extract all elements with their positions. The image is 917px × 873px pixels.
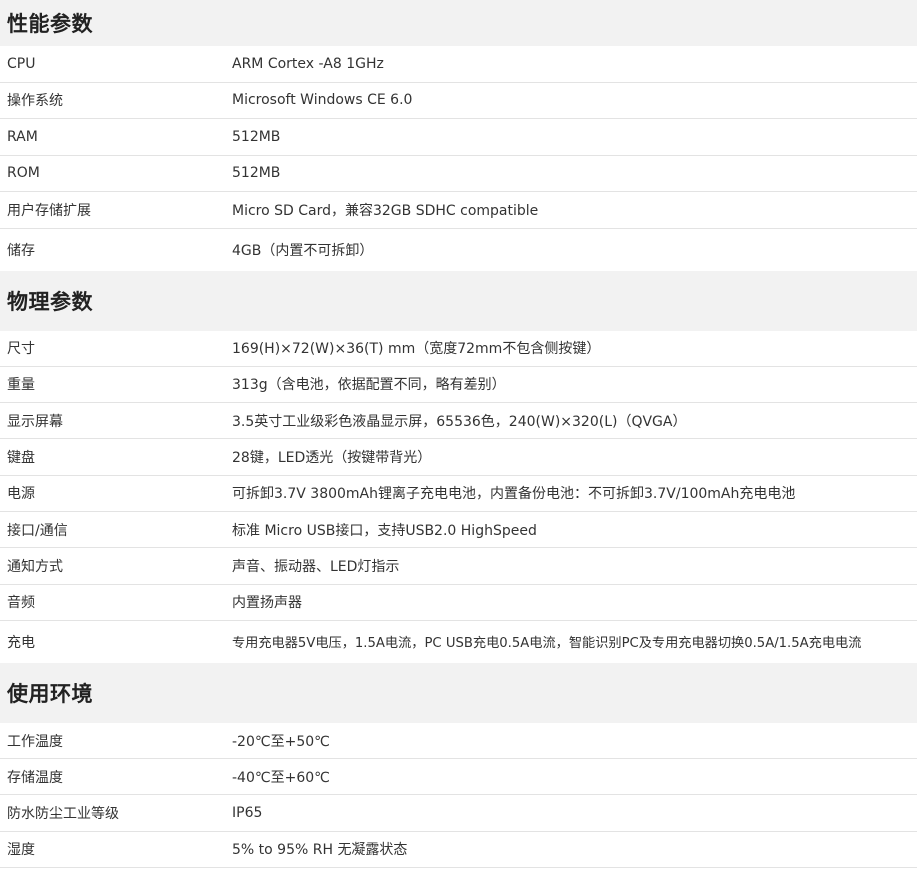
spec-row: 显示屏幕 3.5英寸工业级彩色液晶显示屏，65536色，240(W)×320(L… xyxy=(0,403,917,440)
spec-row: 工作温度 -20℃至+50℃ xyxy=(0,723,917,760)
spec-key: 存储温度 xyxy=(7,769,63,786)
spec-row: ROM 512MB xyxy=(0,156,917,192)
spec-value: -40℃至+60℃ xyxy=(232,769,330,786)
spec-key: 防水防尘工业等级 xyxy=(7,806,119,823)
spec-row: 电源 可拆卸3.7V 3800mAh锂离子充电电池，内置备份电池：不可拆卸3.7… xyxy=(0,476,917,512)
section-title: 物理参数 xyxy=(7,289,93,314)
spec-value: 313g（含电池，依据配置不同，略有差别） xyxy=(232,377,506,394)
spec-row: 湿度 5% to 95% RH 无凝露状态 xyxy=(0,832,917,869)
spec-key: 尺寸 xyxy=(7,341,35,358)
spec-value: 内置扬声器 xyxy=(232,595,302,612)
spec-row: 存储温度 -40℃至+60℃ xyxy=(0,759,917,796)
spec-value: 3.5英寸工业级彩色液晶显示屏，65536色，240(W)×320(L)（QVG… xyxy=(232,413,687,430)
spec-key: 湿度 xyxy=(7,842,35,859)
spec-row: 重量 313g（含电池，依据配置不同，略有差别） xyxy=(0,367,917,404)
section-heading: 物理参数 xyxy=(0,270,917,331)
spec-row: 防水防尘工业等级 IP65 xyxy=(0,795,917,832)
spec-key: 接口/通信 xyxy=(7,522,68,539)
spec-value: -20℃至+50℃ xyxy=(232,733,330,750)
spec-value: 可拆卸3.7V 3800mAh锂离子充电电池，内置备份电池：不可拆卸3.7V/1… xyxy=(232,486,796,503)
spec-row: 键盘 28键，LED透光（按键带背光） xyxy=(0,439,917,476)
spec-key: 工作温度 xyxy=(7,733,63,750)
section-performance: 性能参数 CPU ARM Cortex -A8 1GHz 操作系统 Micros… xyxy=(0,0,917,271)
spec-value: 声音、振动器、LED灯指示 xyxy=(232,558,400,575)
spec-value: 169(H)×72(W)×36(T) mm（宽度72mm不包含侧按键） xyxy=(232,341,601,358)
spec-key: 音频 xyxy=(7,595,35,612)
spec-value: 专用充电器5V电压，1.5A电流，PC USB充电0.5A电流，智能识别PC及专… xyxy=(232,636,862,652)
spec-value: Micro SD Card，兼容32GB SDHC compatible xyxy=(232,202,539,219)
section-title: 使用环境 xyxy=(7,681,93,706)
spec-value: 28键，LED透光（按键带背光） xyxy=(232,450,432,467)
spec-key: 操作系统 xyxy=(7,93,63,110)
spec-key: CPU xyxy=(7,55,36,72)
section-title: 性能参数 xyxy=(7,12,93,36)
spec-row: 接口/通信 标准 Micro USB接口，支持USB2.0 HighSpeed xyxy=(0,512,917,549)
spec-key: 重量 xyxy=(7,377,35,394)
section-heading: 使用环境 xyxy=(0,662,917,723)
spec-key: 键盘 xyxy=(7,450,35,467)
spec-value: 4GB（内置不可拆卸） xyxy=(232,242,374,259)
spec-row: 用户存储扩展 Micro SD Card，兼容32GB SDHC compati… xyxy=(0,192,917,229)
spec-value: IP65 xyxy=(232,805,263,822)
spec-key: 充电 xyxy=(7,634,35,651)
spec-row: CPU ARM Cortex -A8 1GHz xyxy=(0,46,917,83)
spec-row: 充电 专用充电器5V电压，1.5A电流，PC USB充电0.5A电流，智能识别P… xyxy=(0,621,917,663)
spec-key: RAM xyxy=(7,128,38,145)
spec-value: Microsoft Windows CE 6.0 xyxy=(232,92,413,109)
spec-value: 5% to 95% RH 无凝露状态 xyxy=(232,842,408,859)
spec-key: 电源 xyxy=(7,486,35,503)
spec-value: ARM Cortex -A8 1GHz xyxy=(232,55,384,72)
spec-key: ROM xyxy=(7,165,40,182)
spec-key: 储存 xyxy=(7,242,35,259)
spec-value: 512MB xyxy=(232,128,281,145)
section-environment: 使用环境 工作温度 -20℃至+50℃ 存储温度 -40℃至+60℃ 防水防尘工… xyxy=(0,662,917,869)
spec-value: 标准 Micro USB接口，支持USB2.0 HighSpeed xyxy=(232,522,537,539)
spec-key: 显示屏幕 xyxy=(7,413,63,430)
spec-key: 用户存储扩展 xyxy=(7,202,91,219)
spec-row: 尺寸 169(H)×72(W)×36(T) mm（宽度72mm不包含侧按键） xyxy=(0,331,917,367)
spec-row: 通知方式 声音、振动器、LED灯指示 xyxy=(0,548,917,585)
section-physical: 物理参数 尺寸 169(H)×72(W)×36(T) mm（宽度72mm不包含侧… xyxy=(0,270,917,663)
section-heading: 性能参数 xyxy=(0,0,917,46)
spec-value: 512MB xyxy=(232,165,281,182)
spec-row: RAM 512MB xyxy=(0,119,917,156)
spec-row: 储存 4GB（内置不可拆卸） xyxy=(0,229,917,271)
spec-row: 音频 内置扬声器 xyxy=(0,585,917,621)
spec-key: 通知方式 xyxy=(7,558,63,575)
spec-row: 操作系统 Microsoft Windows CE 6.0 xyxy=(0,83,917,119)
